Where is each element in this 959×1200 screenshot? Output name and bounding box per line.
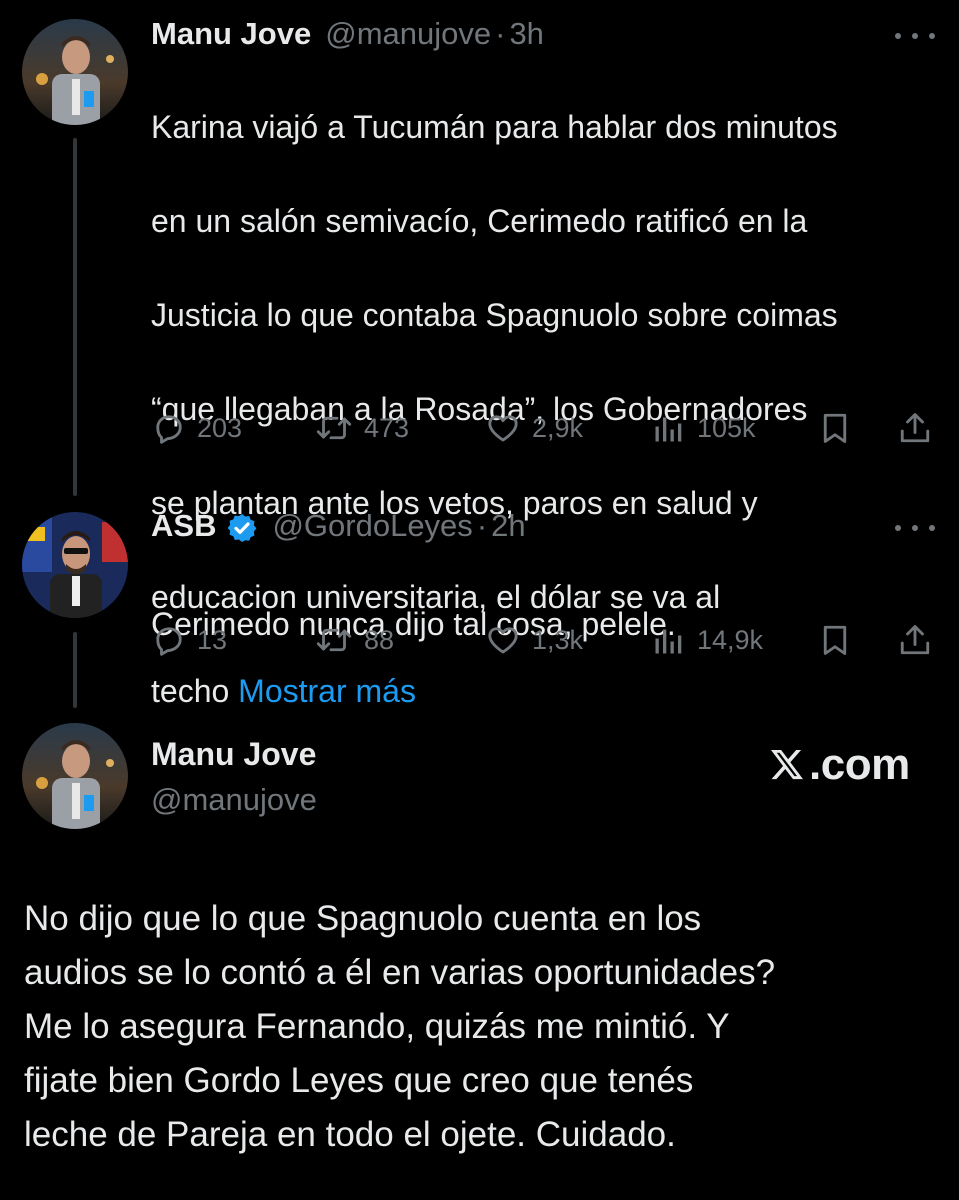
tweet-text-line: Karina viajó a Tucumán para hablar dos m… [151,109,838,145]
author-name[interactable]: Manu Jove [151,16,311,52]
author-name[interactable]: ASB [151,508,216,544]
share-button[interactable] [897,408,933,448]
avatar[interactable] [22,512,128,618]
reply-icon [156,627,182,656]
views-count: 105k [697,412,756,443]
avatar[interactable] [22,19,128,125]
tweet-header: ASB @GordoLeyes · 2h [151,508,526,548]
like-button[interactable]: 2,9k [484,408,583,448]
bookmark-button[interactable] [817,408,853,448]
reply-button[interactable]: 13 [151,620,227,660]
x-logo-icon [771,749,803,780]
like-count: 2,9k [532,412,584,443]
share-icon [900,413,930,443]
retweet-button[interactable]: 88 [314,620,394,660]
heart-icon [488,627,518,654]
retweet-button[interactable]: 473 [314,408,409,448]
tweet-text-line: leche de Pareja en todo el ojete. Cuidad… [24,1115,676,1154]
author-handle[interactable]: @manujove [325,16,491,52]
avatar[interactable] [22,723,128,829]
author-handle[interactable]: @manujove [151,782,317,818]
tweet-text-line: Me lo asegura Fernando, quizás me mintió… [24,1007,730,1046]
views-button[interactable]: 14,9k [651,620,763,660]
retweet-count: 473 [364,412,410,443]
reply-count: 13 [197,624,228,655]
thread-line-1 [73,138,77,496]
action-bar: 13 88 1,3k 14,9k [151,620,936,660]
retweet-count: 88 [364,624,395,655]
retweet-icon [316,416,352,440]
tweet-text-line: No dijo que lo que Spagnuolo cuenta en l… [24,899,702,938]
tweet-body: No dijo que lo que Spagnuolo cuenta en l… [24,892,939,1162]
tweet-text-line: audios se lo contó a él en varias oportu… [24,953,776,992]
views-icon [655,629,682,654]
heart-icon [488,415,518,442]
share-icon [900,625,930,655]
more-icon[interactable] [895,31,935,41]
bookmark-icon [823,625,847,655]
like-count: 1,3k [532,624,584,655]
author-name[interactable]: Manu Jove [151,736,316,773]
x-com-brand: .com [767,740,910,790]
retweet-icon [316,628,352,652]
views-count: 14,9k [697,624,764,655]
tweet-text-line: fijate bien Gordo Leyes que creo que ten… [24,1061,694,1100]
share-button[interactable] [897,620,933,660]
bookmark-icon [823,413,847,443]
brand-domain: .com [809,740,910,789]
separator-dot: · [476,508,488,543]
reply-count: 203 [197,412,243,443]
author-handle[interactable]: @GordoLeyes [272,508,472,544]
timestamp[interactable]: 3h [509,16,543,52]
reply-icon [156,415,182,444]
action-bar: 203 473 2,9k 105k [151,408,936,448]
verified-badge-icon [228,514,257,542]
tweet-header: Manu Jove @manujove · 3h [151,16,544,56]
thread-line-2 [73,632,77,708]
tweet-text-line: en un salón semivacío, Cerimedo ratificó… [151,203,808,239]
tweet-text-line: Justicia lo que contaba Spagnuolo sobre … [151,297,838,333]
separator-dot: · [495,16,506,51]
bookmark-button[interactable] [817,620,853,660]
reply-button[interactable]: 203 [151,408,242,448]
views-icon [655,417,682,442]
more-icon[interactable] [895,523,935,533]
views-button[interactable]: 105k [651,408,756,448]
like-button[interactable]: 1,3k [484,620,583,660]
timestamp[interactable]: 2h [491,508,525,544]
